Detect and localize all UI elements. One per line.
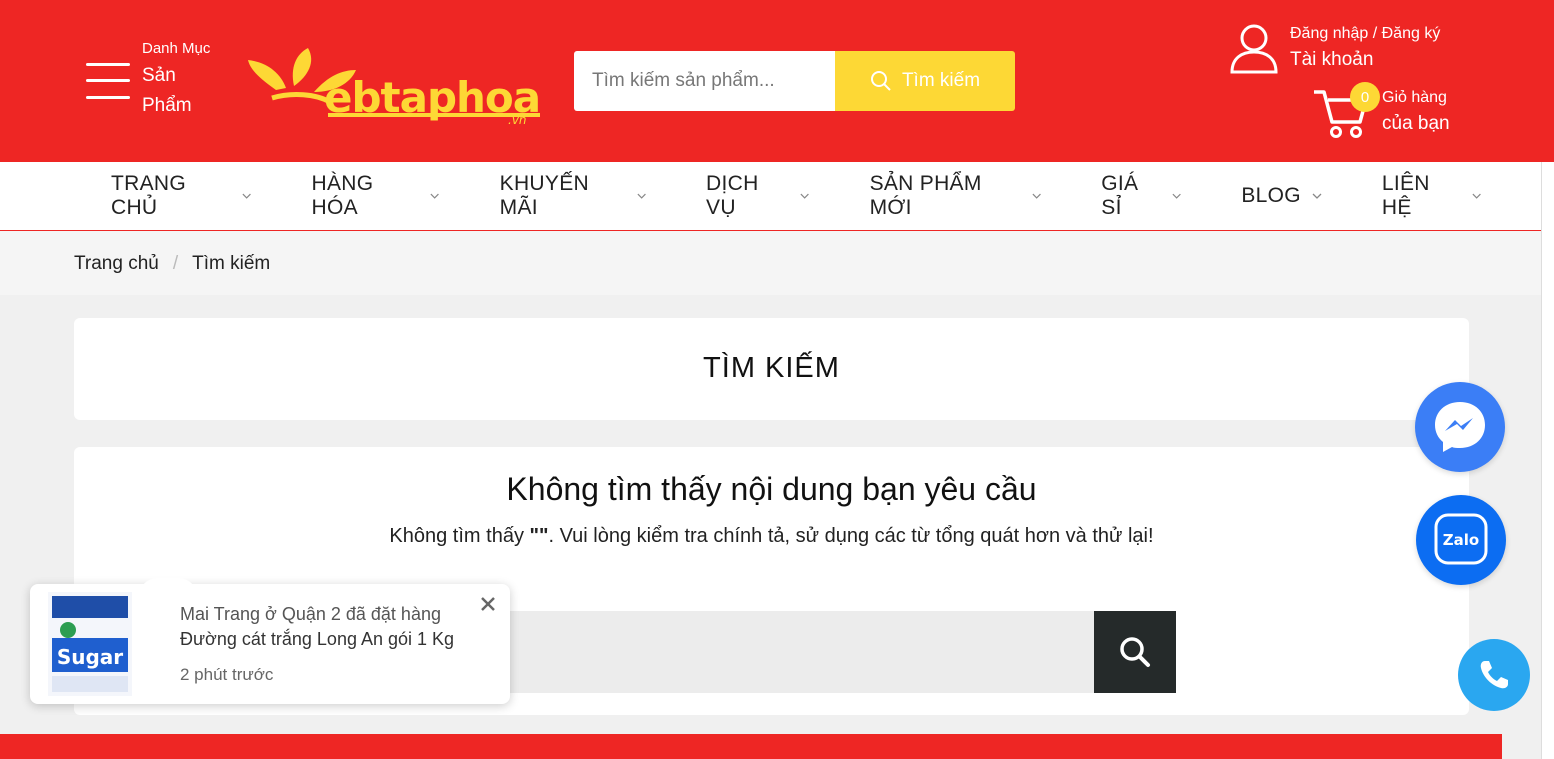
zalo-label: Zalo <box>1443 531 1479 549</box>
cart-label-small: Giỏ hàng <box>1382 89 1447 106</box>
nav-item-new-products[interactable]: SẢN PHẨM MỚI <box>870 172 1043 220</box>
nav-item-wholesale[interactable]: GIÁ SỈ <box>1101 172 1182 220</box>
notification-product[interactable]: Đường cát trắng Long An gói 1 Kg <box>180 629 454 650</box>
nav-item-services[interactable]: DỊCH VỤ <box>706 172 811 220</box>
footer <box>0 734 1502 759</box>
search-icon <box>870 71 891 91</box>
nav-item-label: TRANG CHỦ <box>111 172 186 219</box>
cart-link[interactable]: 0 Giỏ hàng của bạn <box>1312 82 1450 140</box>
result-search-form <box>478 611 1176 693</box>
messenger-button[interactable] <box>1415 382 1505 472</box>
no-result-message-suffix: . Vui lòng kiểm tra chính tả, sử dụng cá… <box>548 525 1154 547</box>
nav-item-label: DỊCH VỤ <box>706 172 759 219</box>
close-icon[interactable] <box>478 594 498 614</box>
nav-item-home[interactable]: TRANG CHỦ <box>111 172 253 220</box>
no-result-message-prefix: Không tìm thấy <box>389 525 530 547</box>
logo-suffix: .vn <box>508 113 527 124</box>
nav-item-label: SẢN PHẨM MỚI <box>869 172 982 219</box>
site-header: Danh Mục Sản Phẩm ebtaphoa .vn Tìm kiếm … <box>0 0 1554 162</box>
chevron-down-icon <box>1472 193 1481 199</box>
site-logo[interactable]: ebtaphoa .vn <box>246 46 546 124</box>
zalo-icon: Zalo <box>1434 513 1488 565</box>
nav-item-label: HÀNG HÓA <box>311 172 374 219</box>
search-button-label: Tìm kiếm <box>901 70 981 91</box>
breadcrumb-current: Tìm kiếm <box>192 253 271 274</box>
category-menu-label-small: Danh Mục <box>142 40 211 57</box>
category-menu-button[interactable]: Danh Mục Sản Phẩm <box>86 40 212 121</box>
chevron-down-icon <box>800 193 810 199</box>
page-scrollbar[interactable] <box>1541 162 1554 759</box>
chevron-down-icon <box>1172 193 1181 199</box>
result-search-input[interactable] <box>478 611 1094 693</box>
messenger-icon <box>1435 402 1485 452</box>
user-icon <box>1230 24 1278 74</box>
nav-item-goods[interactable]: HÀNG HÓA <box>312 172 441 220</box>
chevron-down-icon <box>242 193 252 199</box>
result-search-button[interactable] <box>1094 611 1176 693</box>
nav-item-label: GIÁ SỈ <box>1101 172 1139 219</box>
category-menu-label: Sản Phẩm <box>142 65 192 116</box>
breadcrumb-home[interactable]: Trang chủ <box>74 253 159 275</box>
header-search: Tìm kiếm <box>574 51 1015 111</box>
breadcrumb: Trang chủ / Tìm kiếm <box>0 231 1541 295</box>
cart-label: của bạn <box>1382 113 1450 134</box>
product-image: Sugar <box>48 592 132 696</box>
page-title: TÌM KIẾM <box>703 352 840 384</box>
nav-item-blog[interactable]: BLOG <box>1241 184 1323 208</box>
phone-button[interactable] <box>1458 639 1530 711</box>
breadcrumb-separator: / <box>172 253 179 274</box>
nav-item-contact[interactable]: LIÊN HỆ <box>1382 172 1482 220</box>
notification-time: 2 phút trước <box>180 665 274 684</box>
zalo-button[interactable]: Zalo <box>1416 495 1506 585</box>
search-icon <box>1120 637 1150 667</box>
cart-count-badge: 0 <box>1350 82 1380 112</box>
nav-item-promotions[interactable]: KHUYẾN MÃI <box>500 172 647 220</box>
hamburger-icon <box>86 62 130 99</box>
chevron-down-icon <box>430 193 440 199</box>
notification-customer: Mai Trang ở Quận 2 đã đặt hàng <box>180 604 441 624</box>
nav-item-label: BLOG <box>1241 184 1301 207</box>
account-label: Tài khoản <box>1290 49 1374 70</box>
account-login-register: Đăng nhập / Đăng ký <box>1290 25 1441 42</box>
nav-item-label: LIÊN HỆ <box>1381 172 1430 219</box>
product-image-label: Sugar <box>57 645 123 669</box>
search-button[interactable]: Tìm kiếm <box>835 51 1015 111</box>
nav-item-label: KHUYẾN MÃI <box>499 172 589 219</box>
page-title-panel: TÌM KIẾM <box>74 318 1469 420</box>
chevron-down-icon <box>637 193 646 199</box>
main-nav: TRANG CHỦ HÀNG HÓA KHUYẾN MÃI DỊCH VỤ SẢ… <box>0 162 1541 231</box>
search-input[interactable] <box>574 51 835 111</box>
no-result-message: Không tìm thấy "". Vui lòng kiểm tra chí… <box>74 525 1469 548</box>
no-result-query: "" <box>529 525 549 547</box>
chevron-down-icon <box>1032 193 1041 199</box>
no-result-heading: Không tìm thấy nội dung bạn yêu cầu <box>506 471 1037 507</box>
chevron-down-icon <box>1312 193 1322 199</box>
order-notification: Sugar Mai Trang ở Quận 2 đã đặt hàng Đườ… <box>30 578 510 704</box>
phone-icon <box>1480 661 1508 689</box>
account-link[interactable]: Đăng nhập / Đăng ký Tài khoản <box>1228 22 1440 74</box>
